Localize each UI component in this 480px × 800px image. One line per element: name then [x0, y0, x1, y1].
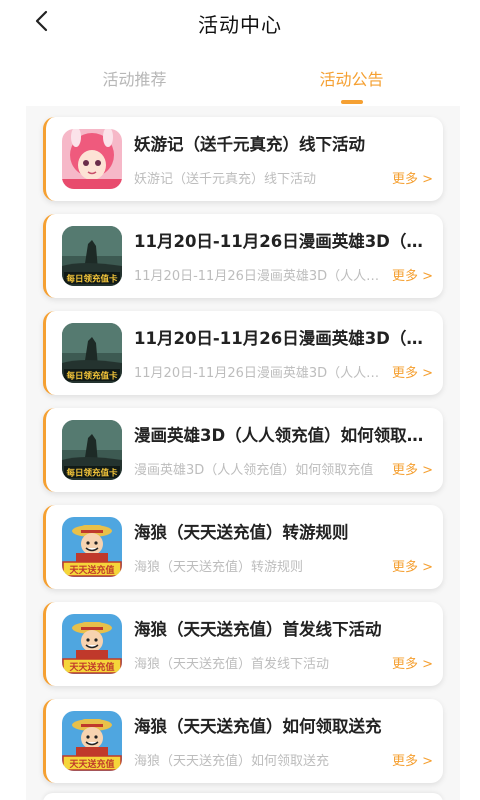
tab-recommended[interactable]: 活动推荐: [26, 50, 243, 106]
badge-text: 每日领充值卡: [66, 274, 118, 285]
active-tab-indicator: [340, 100, 363, 104]
more-link[interactable]: 更多 >: [392, 556, 433, 575]
announcement-subtitle: 海狼（天天送充值）如何领取送充: [134, 754, 330, 769]
badge-text: 天天送充值: [69, 564, 114, 576]
announcement-card[interactable]: 每日领充值卡 11月20日-11月26日漫画英雄3D（人人领充值） 11月20日…: [43, 311, 443, 395]
anime-girl-game-icon: [62, 129, 122, 189]
announcement-card[interactable]: 每日领充值卡 11月20日-11月26日漫画英雄3D（人人领充值） 11月20日…: [43, 214, 443, 298]
page-title: 活动中心: [198, 12, 282, 37]
announcement-subtitle: 海狼（天天送充值）转游规则: [134, 560, 304, 575]
announcement-card[interactable]: 每日领充值卡 漫画英雄3D（人人领充值）如何领取充值 漫画英雄3D（人人领充值）…: [43, 408, 443, 492]
more-link[interactable]: 更多 >: [392, 750, 433, 769]
more-link[interactable]: 更多 >: [392, 168, 433, 187]
pirate-game-icon: 天天送充值: [62, 614, 122, 674]
pirate-game-icon: 天天送充值: [62, 517, 122, 577]
announcement-card[interactable]: 天天送充值 海狼（天天送充值）如何领取送充 海狼（天天送充值）如何领取送充 更多…: [43, 699, 443, 783]
more-link[interactable]: 更多 >: [392, 362, 433, 381]
announcement-title: 妖游记（送千元真充）线下活动: [134, 135, 365, 154]
tab-label: 活动公告: [319, 70, 384, 89]
announcement-list: 妖游记（送千元真充）线下活动 妖游记（送千元真充）线下活动 更多 > 每日领充值…: [43, 117, 443, 796]
announcement-title: 海狼（天天送充值）首发线下活动: [134, 620, 382, 639]
announcement-title: 11月20日-11月26日漫画英雄3D（人人领充值）: [134, 329, 439, 348]
announcement-subtitle: 海狼（天天送充值）首发线下活动: [134, 657, 330, 672]
back-button[interactable]: [28, 10, 54, 36]
more-link[interactable]: 更多 >: [392, 653, 433, 672]
tab-label: 活动推荐: [102, 70, 167, 89]
badge-text: 天天送充值: [69, 758, 114, 770]
announcement-title: 漫画英雄3D（人人领充值）如何领取充值: [134, 426, 439, 445]
badge-text: 每日领充值卡: [66, 371, 118, 382]
announcement-title: 11月20日-11月26日漫画英雄3D（人人领充值）: [134, 232, 439, 251]
comic-hero-game-icon: 每日领充值卡: [62, 226, 122, 286]
tab-announcements[interactable]: 活动公告: [243, 50, 460, 106]
announcement-card[interactable]: 天天送充值 海狼（天天送充值）首发线下活动 海狼（天天送充值）首发线下活动 更多…: [43, 602, 443, 686]
more-link[interactable]: 更多 >: [392, 459, 433, 478]
announcement-title: 海狼（天天送充值）转游规则: [134, 523, 349, 542]
app-header: 活动中心: [0, 0, 480, 46]
badge-text: 每日领充值卡: [66, 468, 118, 479]
comic-hero-game-icon: 每日领充值卡: [62, 323, 122, 383]
more-link[interactable]: 更多 >: [392, 265, 433, 284]
announcement-subtitle: 妖游记（送千元真充）线下活动: [134, 172, 317, 187]
next-card-peek: [43, 793, 443, 800]
badge-text: 天天送充值: [69, 661, 114, 673]
chevron-left-icon: [34, 10, 48, 36]
announcement-subtitle: 漫画英雄3D（人人领充值）如何领取充值: [134, 463, 374, 478]
comic-hero-game-icon: 每日领充值卡: [62, 420, 122, 480]
announcement-title: 海狼（天天送充值）如何领取送充: [134, 717, 382, 736]
tab-bar: 活动推荐 活动公告: [26, 50, 460, 106]
announcement-card[interactable]: 妖游记（送千元真充）线下活动 妖游记（送千元真充）线下活动 更多 >: [43, 117, 443, 201]
announcement-card[interactable]: 天天送充值 海狼（天天送充值）转游规则 海狼（天天送充值）转游规则 更多 >: [43, 505, 443, 589]
announcement-subtitle: 11月20日-11月26日漫画英雄3D（人人领充值）: [134, 366, 382, 381]
pirate-game-icon: 天天送充值: [62, 711, 122, 771]
announcement-subtitle: 11月20日-11月26日漫画英雄3D（人人领充值）: [134, 269, 382, 284]
